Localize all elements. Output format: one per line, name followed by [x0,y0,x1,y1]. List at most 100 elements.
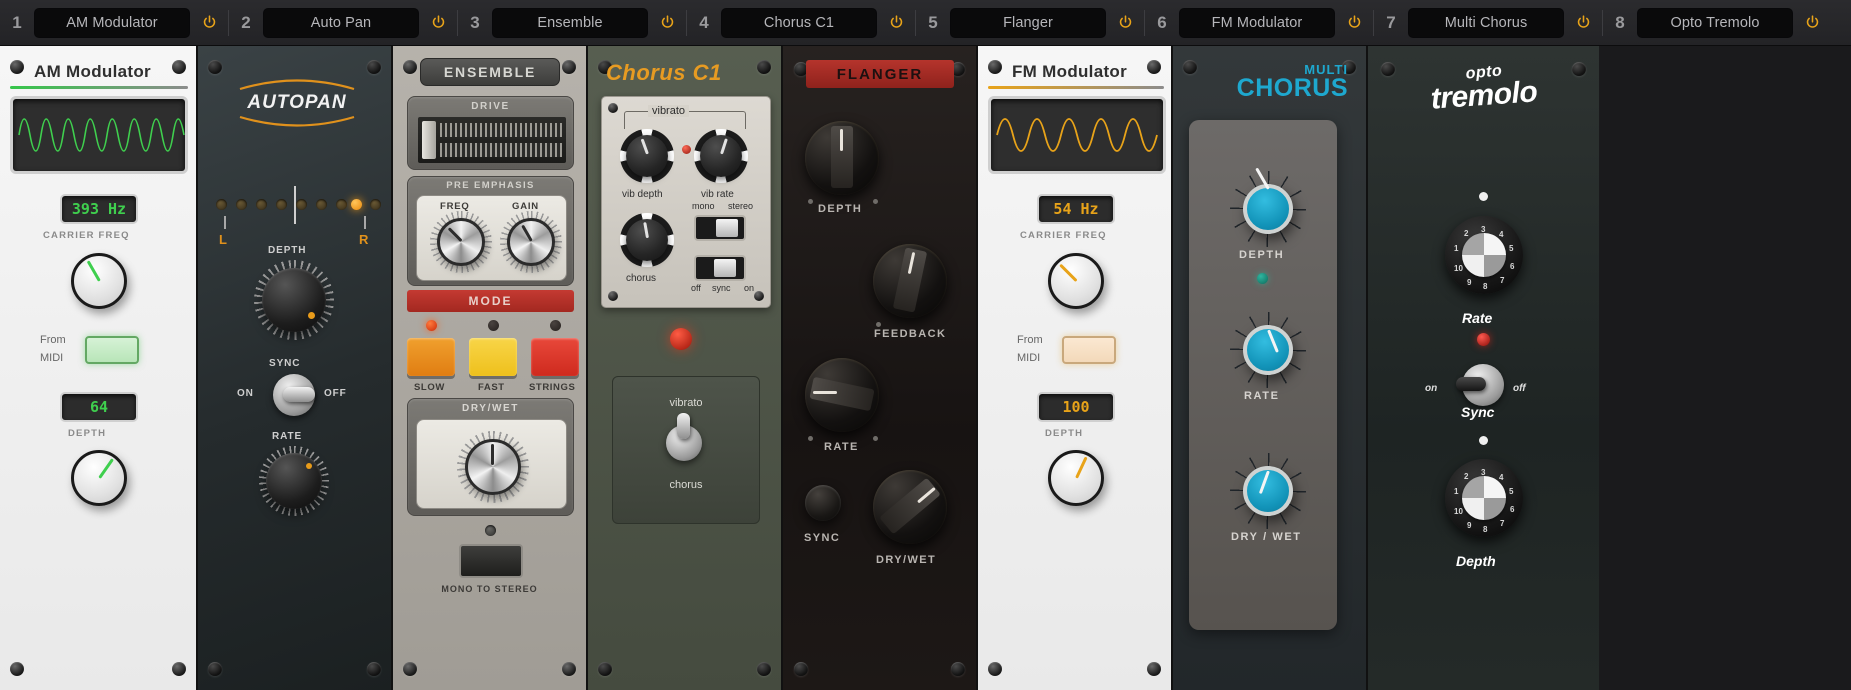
mode-chorus-label: chorus [669,479,703,491]
mode-button-fast[interactable] [469,338,517,376]
vib-rate-knob[interactable] [700,135,742,177]
feedback-knob[interactable] [873,244,947,318]
freq-knob[interactable] [437,218,485,266]
drive-slider-track[interactable] [418,117,566,163]
depth-display[interactable]: 100 [1037,392,1115,422]
carrier-freq-knob[interactable] [71,253,127,309]
power-led [670,328,692,350]
panel-ensemble[interactable]: ENSEMBLE DRIVE PRE EMPHASIS FREQ GAIN MO… [393,46,588,690]
mode-button-slow[interactable] [407,338,455,376]
mode-toggle[interactable] [666,413,702,461]
drywet-knob[interactable] [465,439,521,495]
slot-number: 8 [1615,12,1625,32]
rate-knob[interactable] [266,453,322,509]
sync-off-label: off [1513,383,1526,394]
power-icon[interactable] [648,14,686,31]
screw-icon [208,60,222,74]
vibrato-section: vibrato vib depth vib rate chorus mono s… [601,96,771,308]
carrier-freq-knob[interactable] [1048,253,1104,309]
panel-chorus-c1[interactable]: Chorus C1 vibrato vib depth vib rate cho… [588,46,783,690]
drive-slider-handle[interactable] [422,121,436,159]
sync-toggle[interactable] [273,374,315,416]
slot-name-field[interactable]: AM Modulator [34,7,190,38]
screw-icon [403,60,417,74]
panel-flanger[interactable]: FLANGER DEPTH FEEDBACK RATE SYNC DRY/WET [783,46,978,690]
depth-display[interactable]: 64 [60,392,138,422]
carrier-freq-display[interactable]: 54 Hz [1037,194,1115,224]
sync-label: sync [712,283,731,293]
rate-label: RATE [1244,390,1280,402]
knob-indicator [306,463,312,469]
chorus-knob[interactable] [626,219,668,261]
slot-name-field[interactable]: Auto Pan [263,7,419,38]
rate-dial[interactable]: 3 4 5 6 7 8 9 10 1 2 [1445,216,1523,294]
drywet-knob[interactable] [873,470,947,544]
panel-opto-tremolo[interactable]: opto tremolo 3 4 5 6 7 8 9 10 1 2 Rate o… [1368,46,1599,690]
slot-name-field[interactable]: Opto Tremolo [1637,7,1793,38]
panel-auto-pan[interactable]: AUTOPAN L R DEPTH SYNC ON OFF RATE [198,46,393,690]
drive-ticks [440,123,562,137]
sync-knob[interactable] [805,485,841,521]
panel-title: AUTOPAN [222,76,372,130]
power-icon[interactable] [877,14,915,31]
drywet-label: DRY/WET [876,554,937,566]
rate-knob[interactable] [1243,325,1293,375]
knob-endpoint-dot [876,322,881,327]
carrier-freq-display[interactable]: 393 Hz [60,194,138,224]
rate-label: Rate [1462,310,1493,326]
dial-cap [1462,233,1506,277]
panel-multi-chorus[interactable]: MULTI CHORUS DEPTH RATE DRY / WET [1173,46,1368,690]
knob-pointer [642,221,649,239]
depth-knob[interactable] [71,450,127,506]
sync-toggle[interactable] [1456,364,1504,406]
depth-dial[interactable]: 3 4 5 6 7 8 9 10 1 2 [1445,459,1523,537]
slot-number: 7 [1386,12,1396,32]
waveform-display [988,96,1166,174]
gain-knob[interactable] [507,218,555,266]
mono-stereo-switch[interactable] [694,215,746,241]
dial-number: 3 [1481,468,1486,477]
depth-knob[interactable] [805,121,879,195]
drywet-knob[interactable] [1243,466,1293,516]
waveform-display [10,96,188,174]
depth-indicator-dot [1479,436,1488,445]
power-icon[interactable] [1793,14,1831,31]
slot-name-field[interactable]: Flanger [950,7,1106,38]
midi-label-midi: MIDI [1017,352,1041,364]
dial-number: 5 [1509,487,1514,496]
from-midi-button[interactable] [1062,336,1116,364]
from-midi-button[interactable] [85,336,139,364]
slot-name-field[interactable]: Multi Chorus [1408,7,1564,38]
depth-knob[interactable] [1243,167,1293,234]
knob-pointer [640,138,649,155]
slot-name-field[interactable]: FM Modulator [1179,7,1335,38]
switch-handle [716,219,738,237]
slot-name-field[interactable]: Ensemble [492,7,648,38]
mode-button-strings[interactable] [531,338,579,376]
sync-switch[interactable] [694,255,746,281]
dial-number: 8 [1483,525,1488,534]
depth-knob[interactable] [1048,450,1104,506]
power-icon[interactable] [1106,14,1144,31]
power-icon[interactable] [1335,14,1373,31]
panel-am-modulator[interactable]: AM Modulator 393 Hz CARRIER FREQ From MI… [0,46,198,690]
power-icon[interactable] [1564,14,1602,31]
mono-to-stereo-button[interactable] [459,544,523,578]
power-icon[interactable] [190,14,228,31]
screw-icon [172,662,186,676]
slot-name-field[interactable]: Chorus C1 [721,7,877,38]
screw-icon [794,662,808,676]
rate-label: RATE [272,431,303,442]
knob-pointer [520,224,533,242]
knob-pointer [1074,456,1088,479]
rate-knob[interactable] [805,358,879,432]
pan-led [236,199,247,210]
plugin-slot-6: 6 FM Modulator [1145,0,1373,45]
screw-icon [757,662,771,676]
vib-depth-knob[interactable] [626,135,668,177]
power-icon[interactable] [419,14,457,31]
knob-pointer [97,458,114,479]
dial-number: 9 [1467,278,1472,287]
panel-fm-modulator[interactable]: FM Modulator 54 Hz CARRIER FREQ From MID… [978,46,1173,690]
depth-knob[interactable] [262,268,326,332]
